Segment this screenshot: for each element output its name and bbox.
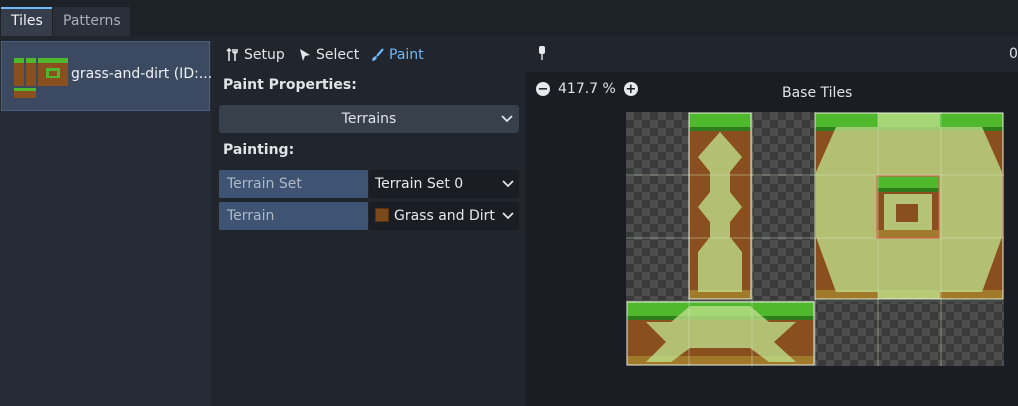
tab-bar: Tiles Patterns <box>0 0 1018 36</box>
chevron-down-icon <box>501 115 513 123</box>
select-label: Select <box>316 47 360 63</box>
terrain-label: Terrain <box>219 202 368 230</box>
pillar-tile[interactable] <box>689 113 751 299</box>
terrain-row: Terrain Grass and Dirt <box>219 202 519 230</box>
offset-readout: 0 <box>1009 46 1018 62</box>
paint-button[interactable]: Paint <box>371 45 424 65</box>
paint-properties-panel: Setup Select Paint Paint Properties: Ter… <box>212 36 525 406</box>
terrain-color-swatch <box>375 208 389 222</box>
paint-properties-heading: Paint Properties: <box>223 77 357 93</box>
terrain-dropdown[interactable]: Grass and Dirt <box>369 202 519 230</box>
terrain-set-dropdown[interactable]: Terrain Set 0 <box>369 170 519 198</box>
painting-heading: Painting: <box>223 142 295 158</box>
atlas-view-header: 0 <box>526 36 1018 72</box>
terrain-value: Grass and Dirt <box>394 208 495 224</box>
horizontal-bar-tile[interactable] <box>627 302 814 365</box>
chevron-down-icon <box>502 212 514 220</box>
zoom-level: 417.7 % <box>558 81 616 97</box>
large-block-tile[interactable] <box>815 113 1003 299</box>
pin-icon[interactable] <box>537 45 547 61</box>
chevron-down-icon <box>502 180 514 188</box>
empty-tile-region <box>815 302 1004 366</box>
terrain-set-label: Terrain Set <box>219 170 368 198</box>
terrain-set-value: Terrain Set 0 <box>375 176 464 192</box>
zoom-controls: − 417.7 % + <box>536 81 638 97</box>
zoom-in-icon[interactable]: + <box>623 82 638 96</box>
wrench-icon <box>226 48 238 61</box>
atlas-thumbnail-icon <box>14 58 68 98</box>
tile-atlas-canvas[interactable] <box>626 112 1004 366</box>
setup-label: Setup <box>244 47 285 63</box>
atlas-source-name: grass-and-dirt (ID:... <box>71 66 213 82</box>
paint-mode-dropdown[interactable]: Terrains <box>219 105 519 133</box>
empty-tile-region <box>752 112 814 300</box>
zoom-out-icon[interactable]: − <box>536 82 550 96</box>
paint-brush-icon <box>372 48 384 61</box>
atlas-source-item[interactable]: grass-and-dirt (ID:... <box>1 41 213 111</box>
empty-tile-region <box>626 112 689 300</box>
select-button[interactable]: Select <box>298 45 359 65</box>
atlas-source-list: grass-and-dirt (ID:... <box>0 41 213 406</box>
paint-label: Paint <box>389 47 424 63</box>
paint-mode-value: Terrains <box>341 111 397 127</box>
terrain-set-row: Terrain Set Terrain Set 0 <box>219 170 519 198</box>
cursor-icon <box>300 49 310 61</box>
base-tiles-title: Base Tiles <box>782 85 853 101</box>
setup-button[interactable]: Setup <box>226 45 285 65</box>
tab-patterns[interactable]: Patterns <box>53 7 130 36</box>
tile-atlas-view[interactable]: − 417.7 % + Base Tiles <box>526 72 1018 406</box>
tab-tiles[interactable]: Tiles <box>1 7 52 36</box>
